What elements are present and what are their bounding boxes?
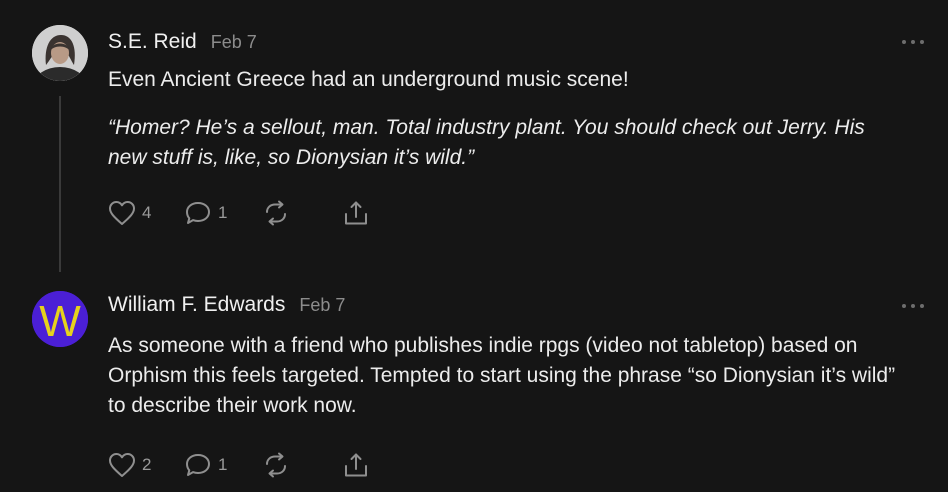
comment-icon	[186, 454, 210, 476]
avatar-letter-icon: W	[32, 291, 88, 347]
heart-icon	[109, 201, 135, 225]
restack-icon	[266, 452, 286, 478]
reply-count: 1	[218, 455, 228, 474]
like-button[interactable]: 2	[108, 452, 184, 478]
reply-button[interactable]: 1	[184, 200, 262, 226]
avatar-letter: W	[39, 297, 81, 346]
like-count: 4	[142, 203, 152, 222]
comment-actions: 4 1	[108, 200, 370, 226]
more-icon[interactable]	[902, 301, 924, 311]
author-name[interactable]: S.E. Reid	[108, 30, 197, 54]
share-icon	[345, 201, 367, 225]
restack-button[interactable]	[262, 452, 342, 478]
reply-button[interactable]: 1	[184, 452, 262, 478]
comment-header: S.E. Reid Feb 7	[108, 30, 257, 54]
more-icon[interactable]	[902, 37, 924, 47]
avatar[interactable]	[32, 25, 88, 81]
thread-line	[59, 96, 61, 272]
restack-icon	[266, 200, 286, 226]
comment-date[interactable]: Feb 7	[299, 295, 345, 316]
share-button[interactable]	[342, 200, 370, 226]
author-name[interactable]: William F. Edwards	[108, 293, 285, 317]
profile-photo-icon	[32, 25, 88, 81]
comment-icon	[186, 202, 210, 224]
share-button[interactable]	[342, 452, 370, 478]
heart-icon	[109, 453, 135, 477]
comment-text: Even Ancient Greece had an underground m…	[108, 68, 629, 91]
share-icon	[345, 453, 367, 477]
reply-count: 1	[218, 203, 228, 222]
like-count: 2	[142, 455, 152, 474]
avatar[interactable]: W	[32, 291, 88, 347]
like-button[interactable]: 4	[108, 200, 184, 226]
comment-header: William F. Edwards Feb 7	[108, 293, 345, 317]
comment-text: As someone with a friend who publishes i…	[108, 334, 896, 417]
comment-date[interactable]: Feb 7	[211, 32, 257, 53]
comment-quote: “Homer? He’s a sellout, man. Total indus…	[108, 116, 865, 169]
restack-button[interactable]	[262, 200, 342, 226]
comment-actions: 2 1	[108, 452, 370, 478]
